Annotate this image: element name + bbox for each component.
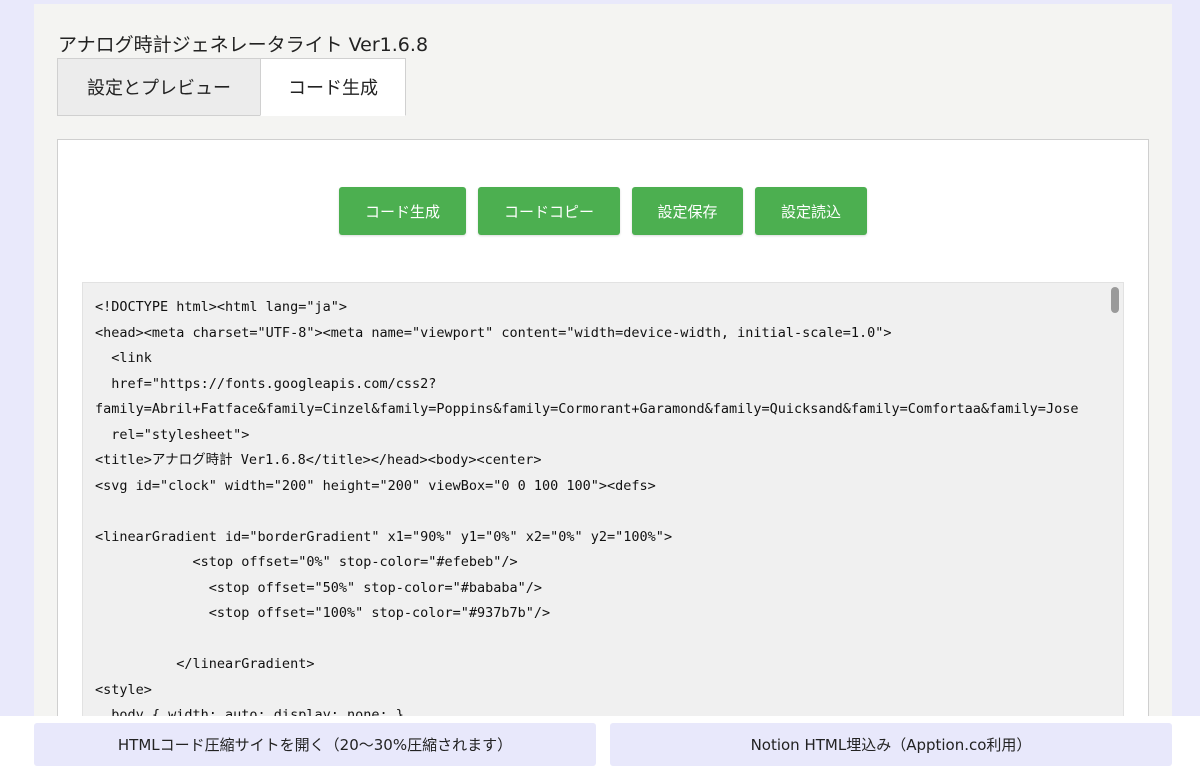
code-line: body { width: auto; display: none; } [95,707,404,716]
tab-code-generation[interactable]: コード生成 [260,58,406,116]
code-line: <linearGradient id="borderGradient" x1="… [95,528,673,545]
save-settings-button[interactable]: 設定保存 [632,187,743,235]
open-html-compressor-button[interactable]: HTMLコード圧縮サイトを開く（20〜30%圧縮されます） [34,723,596,766]
code-line: family=Abril+Fatface&family=Cinzel&famil… [95,401,1079,417]
code-line: <stop offset="50%" stop-color="#bababa"/… [95,579,543,596]
code-text: <!DOCTYPE html><html lang="ja"> <head><m… [95,295,1105,716]
code-line: <head><meta charset="UTF-8"><meta name="… [95,324,892,341]
code-line: <link [95,350,152,366]
code-line: <svg id="clock" width="200" height="200"… [95,477,656,494]
app-title: アナログ時計ジェネレータライト Ver1.6.8 [58,34,429,56]
code-line: <!DOCTYPE html><html lang="ja"> [95,299,347,315]
code-line: <stop offset="100%" stop-color="#937b7b"… [95,605,551,621]
code-output-textarea[interactable]: <!DOCTYPE html><html lang="ja"> <head><m… [82,282,1124,716]
toolbar: コード生成 コードコピー 設定保存 設定読込 [58,187,1148,235]
code-scrollbar[interactable] [1109,285,1121,716]
code-line: <title>アナログ時計 Ver1.6.8</title></head><bo… [95,452,542,468]
app-panel: アナログ時計ジェネレータライト Ver1.6.8 設定とプレビュー コード生成 … [34,4,1172,716]
copy-code-button[interactable]: コードコピー [478,187,620,235]
code-line: <stop offset="0%" stop-color="#efebeb"/> [95,554,518,570]
code-line: href="https://fonts.googleapis.com/css2? [95,375,437,392]
code-generation-panel: コード生成 コードコピー 設定保存 設定読込 <!DOCTYPE html><h… [57,139,1149,716]
generate-code-button[interactable]: コード生成 [339,187,466,235]
scrollbar-thumb[interactable] [1111,287,1119,313]
footer-bar: HTMLコード圧縮サイトを開く（20〜30%圧縮されます） Notion HTM… [0,716,1200,772]
code-line: rel="stylesheet"> [95,426,250,443]
notion-embed-button[interactable]: Notion HTML埋込み（Apption.co利用） [610,723,1172,766]
code-line: <style> [95,681,152,698]
tab-settings-preview[interactable]: 設定とプレビュー [57,58,261,116]
load-settings-button[interactable]: 設定読込 [755,187,867,235]
code-line: </linearGradient> [95,656,315,672]
